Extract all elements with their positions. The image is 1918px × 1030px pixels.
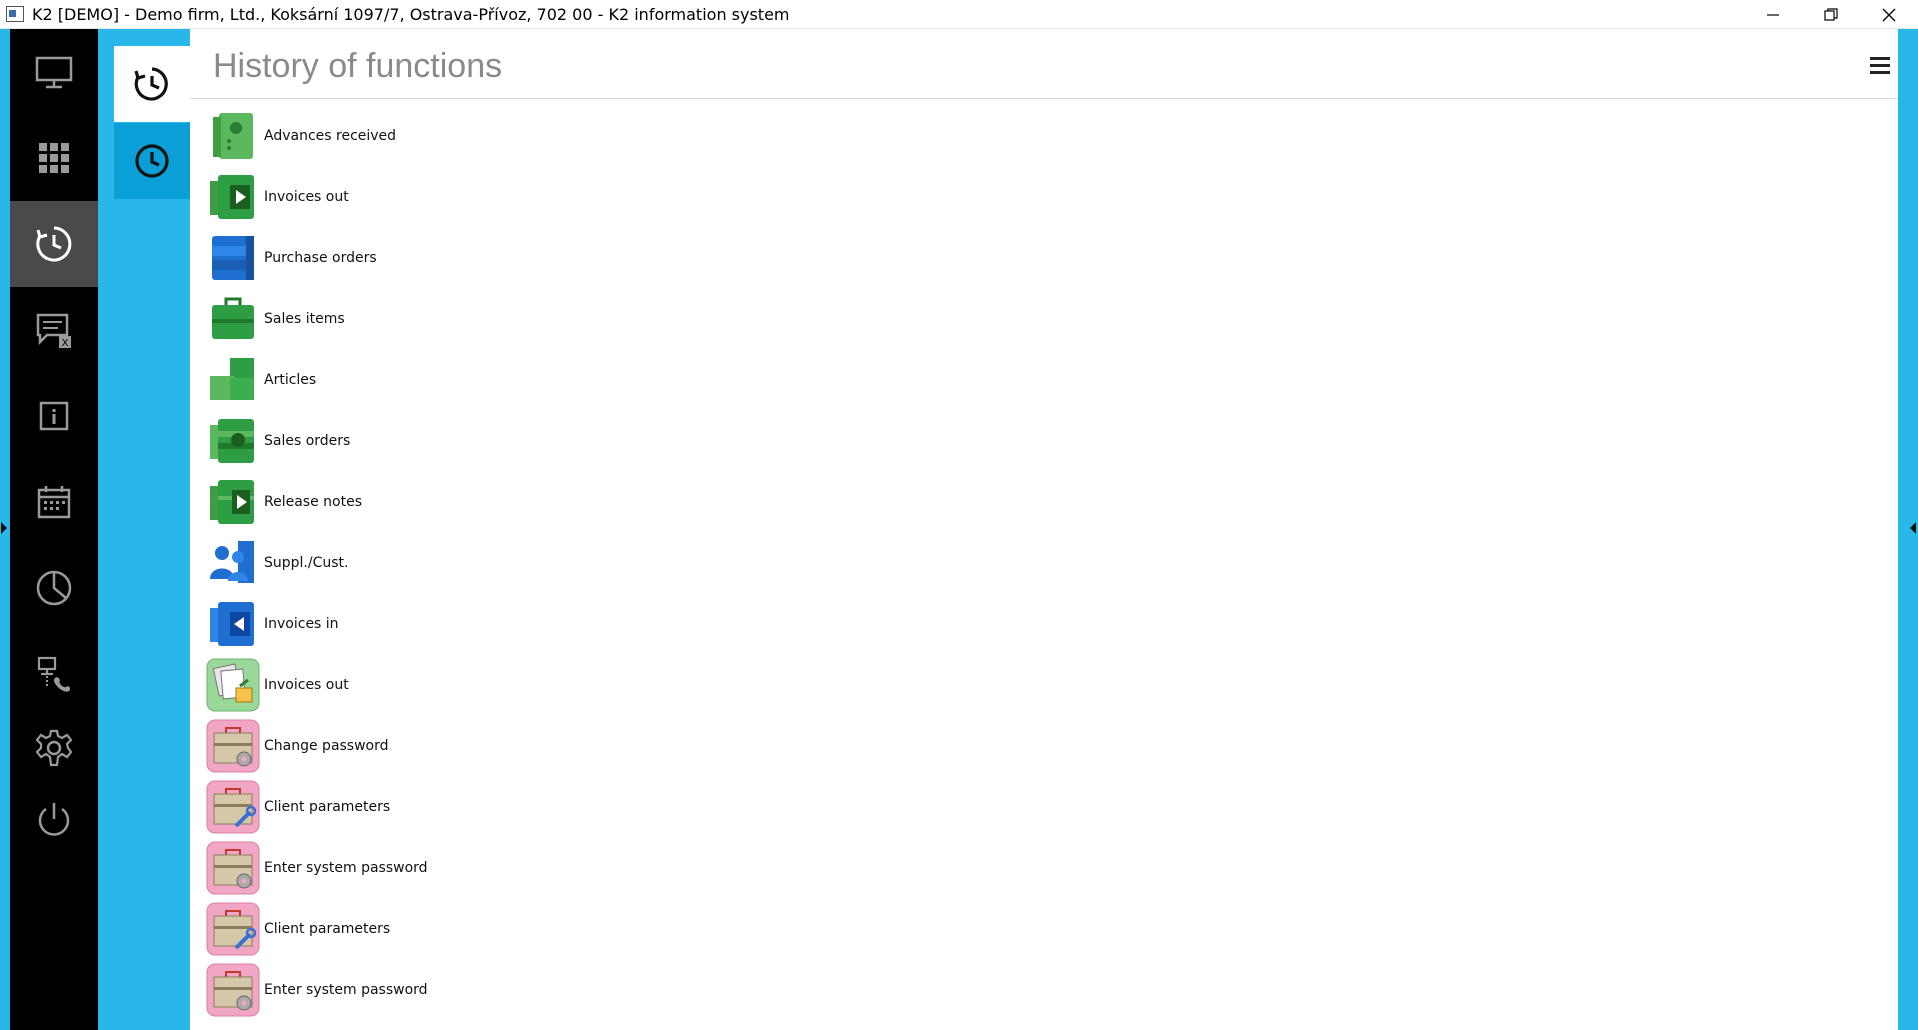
list-item[interactable]: Invoices in bbox=[206, 595, 806, 653]
sidebar-item-info[interactable] bbox=[10, 373, 98, 459]
restore-button[interactable] bbox=[1802, 0, 1860, 29]
suppliers-customers-icon bbox=[206, 536, 260, 590]
list-item[interactable]: Advances received bbox=[206, 107, 806, 165]
sidebar-item-history[interactable] bbox=[10, 201, 98, 287]
toolbox-gear-icon bbox=[206, 841, 260, 895]
minimize-icon bbox=[1767, 13, 1779, 16]
pie-chart-icon bbox=[36, 570, 72, 606]
list-item[interactable]: Invoices out bbox=[206, 168, 806, 226]
minimize-button[interactable] bbox=[1744, 0, 1802, 29]
invoice-in-icon bbox=[206, 597, 260, 651]
list-item-label: Sales items bbox=[264, 311, 345, 327]
list-item-label: Articles bbox=[264, 372, 317, 388]
page-title: History of functions bbox=[213, 47, 503, 85]
toolbox-wrench-icon bbox=[206, 780, 260, 834]
messages-icon: X bbox=[36, 313, 71, 349]
list-item[interactable]: Enter system password bbox=[206, 839, 806, 897]
release-notes-icon bbox=[206, 475, 260, 529]
list-item[interactable]: Enter system password bbox=[206, 961, 806, 1019]
info-icon bbox=[39, 401, 69, 431]
svg-text:X: X bbox=[62, 338, 69, 349]
sales-items-icon bbox=[206, 292, 260, 346]
list-item[interactable]: Invoices out bbox=[206, 656, 806, 714]
app-icon bbox=[6, 6, 24, 22]
sidebar-item-logout[interactable] bbox=[10, 777, 98, 863]
main-sidebar: X bbox=[10, 29, 98, 1030]
list-item-label: Change password bbox=[264, 738, 389, 754]
list-item-label: Client parameters bbox=[264, 921, 391, 937]
list-item[interactable]: Suppl./Cust. bbox=[206, 534, 806, 592]
sidebar-item-statistics[interactable] bbox=[10, 545, 98, 631]
list-item[interactable]: Sales items bbox=[206, 290, 806, 348]
list-item[interactable]: Client parameters bbox=[206, 778, 806, 836]
list-item-label: Enter system password bbox=[264, 860, 428, 876]
hamburger-menu-icon[interactable] bbox=[1870, 57, 1890, 75]
restore-icon bbox=[1824, 7, 1838, 21]
close-icon bbox=[1882, 8, 1896, 21]
list-item-label: Invoices in bbox=[264, 616, 339, 632]
window-title: K2 [DEMO] - Demo firm, Ltd., Koksární 10… bbox=[32, 4, 790, 24]
list-item[interactable]: Release notes bbox=[206, 473, 806, 531]
expand-right-arrow-icon[interactable] bbox=[1910, 522, 1916, 534]
list-item-label: Invoices out bbox=[264, 189, 349, 205]
tab-recent[interactable] bbox=[114, 123, 190, 199]
purchase-orders-icon bbox=[206, 231, 260, 285]
list-item[interactable]: Purchase orders bbox=[206, 229, 806, 287]
list-item-label: Release notes bbox=[264, 494, 362, 510]
calendar-icon bbox=[37, 486, 71, 519]
articles-icon bbox=[206, 353, 260, 407]
tab-column bbox=[98, 29, 190, 1030]
tab-history[interactable] bbox=[114, 46, 190, 122]
expand-left-arrow-icon[interactable] bbox=[1, 522, 7, 534]
history-icon bbox=[134, 67, 168, 101]
sidebar-item-apps[interactable] bbox=[10, 115, 98, 201]
right-frame bbox=[1898, 29, 1918, 1030]
gear-icon bbox=[35, 729, 73, 767]
invoice-out-legacy-icon bbox=[206, 658, 260, 712]
network-phone-icon bbox=[37, 656, 71, 692]
main-panel: History of functions Advances received I… bbox=[190, 29, 1898, 1030]
list-item-label: Enter system password bbox=[264, 982, 428, 998]
list-item-label: Suppl./Cust. bbox=[264, 555, 349, 571]
toolbox-wrench-icon bbox=[206, 902, 260, 956]
window-titlebar: K2 [DEMO] - Demo firm, Ltd., Koksární 10… bbox=[0, 0, 1918, 29]
history-icon bbox=[36, 226, 72, 262]
sidebar-item-messages[interactable]: X bbox=[10, 287, 98, 373]
toolbox-gear-icon bbox=[206, 719, 260, 773]
list-item-label: Advances received bbox=[264, 128, 397, 144]
panel-header: History of functions bbox=[190, 29, 1898, 99]
list-item-label: Sales orders bbox=[264, 433, 351, 449]
apps-grid-icon bbox=[39, 143, 69, 173]
sales-orders-icon bbox=[206, 414, 260, 468]
list-item[interactable]: Client parameters bbox=[206, 900, 806, 958]
list-item-label: Invoices out bbox=[264, 677, 349, 693]
list-item[interactable]: Change password bbox=[206, 717, 806, 775]
list-item[interactable]: Sales orders bbox=[206, 412, 806, 470]
sidebar-item-desktop[interactable] bbox=[10, 29, 98, 115]
power-icon bbox=[38, 803, 70, 836]
list-item[interactable]: Articles bbox=[206, 351, 806, 409]
invoice-out-icon bbox=[206, 170, 260, 224]
list-item-label: Client parameters bbox=[264, 799, 391, 815]
toolbox-gear-icon bbox=[206, 963, 260, 1017]
list-item-label: Purchase orders bbox=[264, 250, 377, 266]
left-frame bbox=[0, 29, 10, 1030]
clock-icon bbox=[135, 144, 169, 178]
sidebar-item-calendar[interactable] bbox=[10, 459, 98, 545]
monitor-icon bbox=[35, 56, 73, 89]
close-button[interactable] bbox=[1860, 0, 1918, 29]
advances-icon bbox=[206, 109, 260, 163]
